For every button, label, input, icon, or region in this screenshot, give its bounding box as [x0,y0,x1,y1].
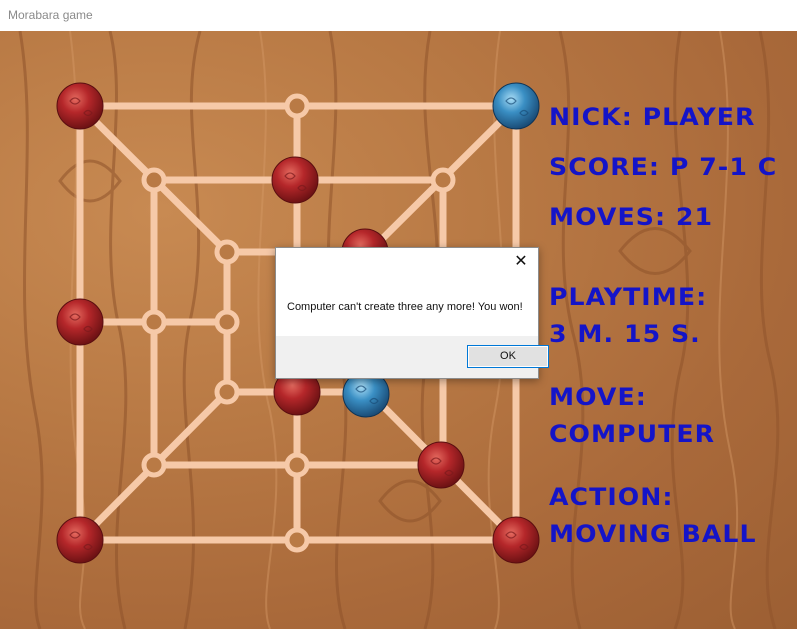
board-node[interactable] [284,527,310,553]
ok-button[interactable]: OK [467,345,549,368]
board-node[interactable] [214,309,240,335]
moves-label: MOVES: 21 [549,203,714,231]
window-titlebar: Morabara game [0,0,797,31]
board-node[interactable] [430,167,456,193]
move-label: MOVE: [549,383,647,411]
player-ball[interactable] [56,298,104,346]
player-ball[interactable] [56,82,104,130]
player-ball[interactable] [271,156,319,204]
board-node[interactable] [141,452,167,478]
close-icon[interactable]: ✕ [514,253,528,269]
player-ball[interactable] [417,441,465,489]
move-value: COMPUTER [549,420,716,448]
game-over-dialog: ✕ Computer can't create three any more! … [275,247,549,379]
computer-ball[interactable] [492,82,540,130]
player-ball[interactable] [492,516,540,564]
action-label: ACTION: [549,483,674,511]
player-ball[interactable] [56,516,104,564]
board-node[interactable] [214,239,240,265]
board-node[interactable] [284,452,310,478]
dialog-message: Computer can't create three any more! Yo… [287,301,523,313]
nick-label: NICK: PLAYER [549,103,756,131]
board-node[interactable] [284,93,310,119]
board-node[interactable] [141,167,167,193]
board-node[interactable] [141,309,167,335]
playtime-value: 3 M. 15 S. [549,320,701,348]
score-label: SCORE: P 7-1 C [549,153,778,181]
window-title: Morabara game [8,8,93,22]
playtime-label: PLAYTIME: [549,283,708,311]
action-value: MOVING BALL [549,520,757,548]
board-node[interactable] [214,379,240,405]
